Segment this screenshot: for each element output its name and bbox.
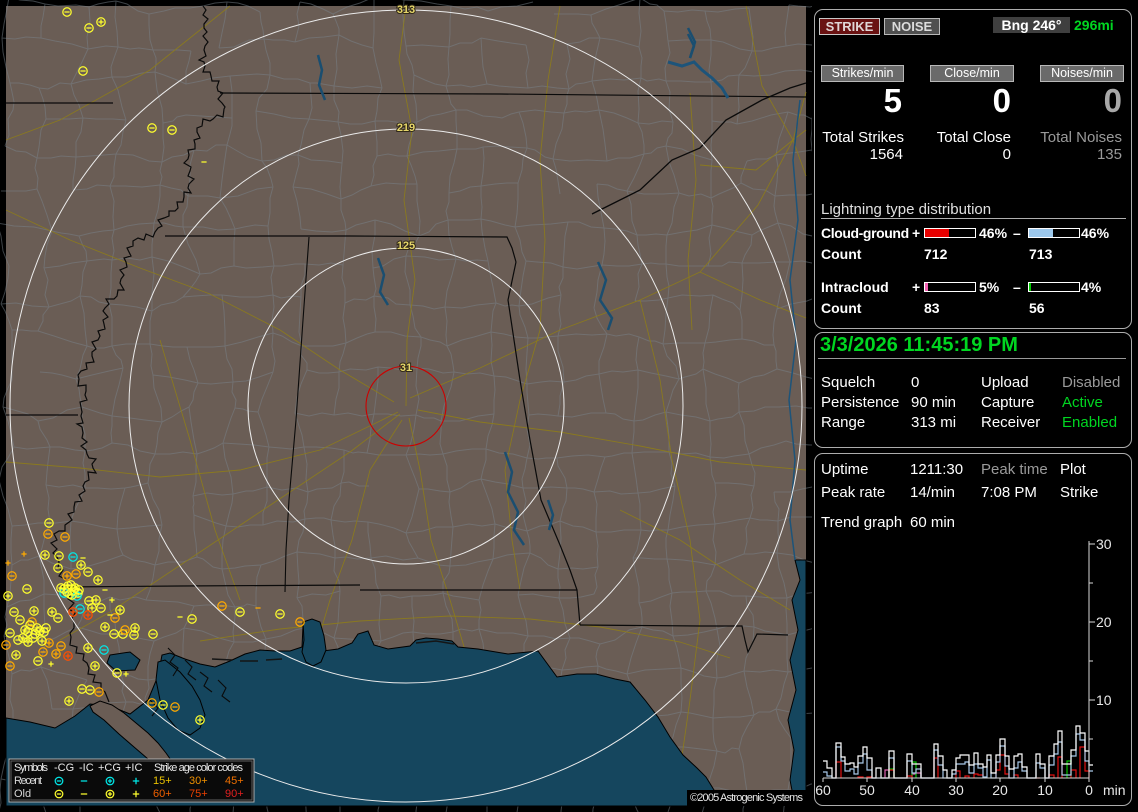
svg-text:31: 31 [400,362,412,374]
svg-text:30: 30 [948,782,964,798]
svg-text:+CG: +CG [98,762,121,774]
svg-text:0: 0 [1085,782,1093,798]
svg-text:30+: 30+ [189,775,208,787]
svg-text:75+: 75+ [189,788,208,800]
svg-text:15+: 15+ [153,775,172,787]
svg-text:30: 30 [1096,536,1112,552]
svg-text:-CG: -CG [54,762,74,774]
svg-text:min: min [1103,782,1126,798]
svg-text:40: 40 [904,782,920,798]
svg-text:10: 10 [1037,782,1053,798]
svg-text:219: 219 [397,122,415,134]
svg-text:-IC: -IC [79,762,94,774]
svg-text:Symbols: Symbols [14,762,49,774]
svg-text:Old: Old [14,788,31,800]
svg-text:50: 50 [859,782,875,798]
svg-text:20: 20 [1096,614,1112,630]
svg-text:+IC: +IC [125,762,142,774]
svg-text:125: 125 [397,240,415,252]
svg-text:10: 10 [1096,692,1112,708]
svg-text:Recent: Recent [14,775,42,787]
svg-text:45+: 45+ [225,775,244,787]
svg-text:60: 60 [815,782,831,798]
svg-text:60+: 60+ [153,788,172,800]
svg-text:20: 20 [992,782,1008,798]
svg-text:©2005 Astrogenic Systems: ©2005 Astrogenic Systems [690,792,804,804]
svg-text:313: 313 [397,4,415,16]
svg-text:90+: 90+ [225,788,244,800]
svg-text:Strike age color codes: Strike age color codes [154,762,244,774]
